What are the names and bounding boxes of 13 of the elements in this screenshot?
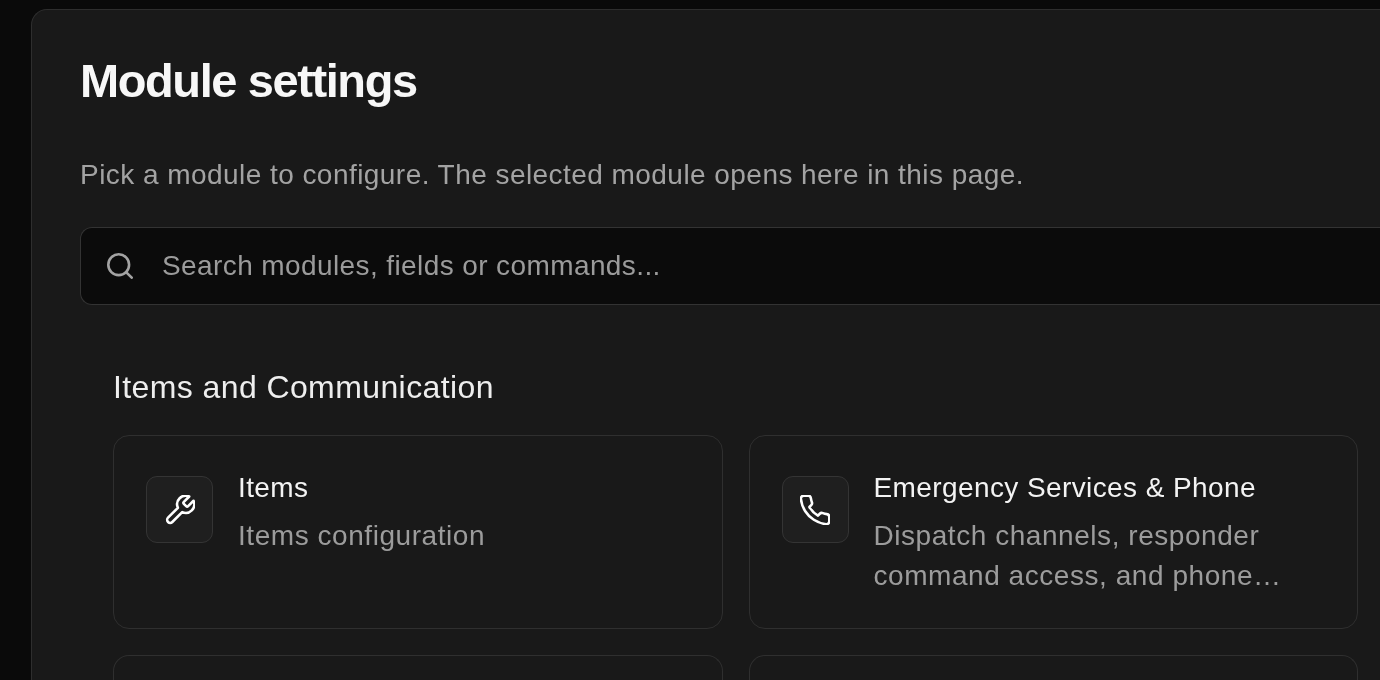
phone-icon: [781, 476, 849, 543]
wrench-icon: [146, 476, 213, 543]
module-description: Dispatch channels, responder command access, and phone…: [873, 519, 1283, 593]
module-title: Emergency Services & Phone: [873, 471, 1257, 505]
page-subtitle: Pick a module to configure. The selected module opens here in this page.: [80, 158, 1025, 192]
module-card[interactable]: Items Items configuration: [113, 435, 723, 629]
page-title: Module settings: [80, 53, 418, 109]
section-heading: Items and Communication: [113, 368, 495, 407]
module-description: Items configuration: [238, 519, 485, 553]
search-field[interactable]: Search modules, fields or commands...: [80, 227, 1380, 305]
module-title: Items: [238, 471, 310, 505]
module-card[interactable]: Emergency Services & Phone Dispatch channels, responder command access, and phone…: [748, 435, 1358, 629]
search-icon: [107, 253, 133, 279]
